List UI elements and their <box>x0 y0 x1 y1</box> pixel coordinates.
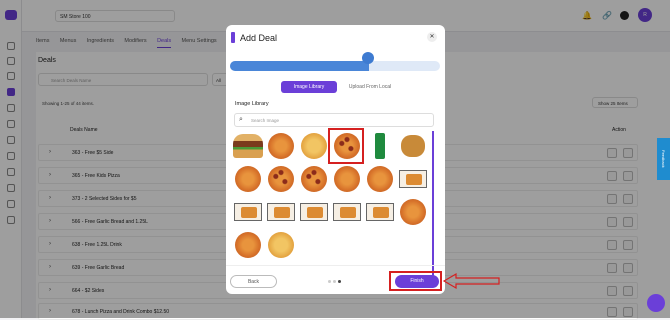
pizza-light-image <box>301 133 327 159</box>
pager-dot[interactable] <box>328 280 331 283</box>
arrow-annotation-icon <box>442 272 500 290</box>
add-deal-modal: Add Deal ✕ Image Library Upload From Loc… <box>226 25 445 294</box>
gallery-image[interactable] <box>365 164 395 194</box>
image-search-input[interactable]: ⌕ Search Image <box>234 113 434 127</box>
box-image <box>267 203 295 221</box>
box-image <box>234 203 262 221</box>
can-image <box>375 133 385 159</box>
gallery-image[interactable] <box>332 164 362 194</box>
search-icon: ⌕ <box>239 116 243 123</box>
gallery-image[interactable] <box>233 230 263 260</box>
back-button[interactable]: Back <box>230 275 277 288</box>
close-icon[interactable]: ✕ <box>427 32 437 42</box>
gallery-image[interactable] <box>365 131 395 161</box>
gallery-image[interactable] <box>299 131 329 161</box>
pager-dot[interactable] <box>338 280 341 283</box>
progress-fill <box>230 61 369 71</box>
chat-button[interactable] <box>647 294 665 312</box>
finish-highlight <box>389 271 442 291</box>
pizza-dots-image <box>268 166 294 192</box>
pizza-image <box>235 166 261 192</box>
pizza-image <box>268 133 294 159</box>
gallery-image[interactable] <box>299 164 329 194</box>
pizza-image <box>235 232 261 258</box>
box-image <box>300 203 328 221</box>
gallery-image[interactable] <box>266 197 296 227</box>
pizza-image <box>400 199 426 225</box>
gallery-image[interactable] <box>299 197 329 227</box>
gallery-image[interactable] <box>233 197 263 227</box>
gallery-image[interactable] <box>398 131 428 161</box>
wings-image <box>401 135 425 157</box>
tab-upload-from-local[interactable]: Upload From Local <box>342 81 398 93</box>
gallery-image[interactable] <box>266 230 296 260</box>
pizza-dots-image <box>301 166 327 192</box>
pizza-light-image <box>268 232 294 258</box>
gallery-image[interactable] <box>266 131 296 161</box>
pager-dot[interactable] <box>333 280 336 283</box>
burger-image <box>233 134 263 158</box>
step-pager <box>328 279 343 285</box>
gallery-image[interactable] <box>332 197 362 227</box>
box-image <box>366 203 394 221</box>
gallery-image[interactable] <box>398 197 428 227</box>
gallery-image[interactable] <box>398 164 428 194</box>
progress-marker <box>362 52 374 64</box>
section-label: Image Library <box>235 101 269 107</box>
pizza-image <box>334 166 360 192</box>
image-search-placeholder: Search Image <box>251 118 280 123</box>
modal-title: Add Deal <box>240 33 278 43</box>
tab-image-library[interactable]: Image Library <box>281 81 337 93</box>
box-image <box>399 170 427 188</box>
feedback-tab[interactable]: Feedback <box>657 138 670 180</box>
gallery-image[interactable] <box>233 131 263 161</box>
selected-image-highlight <box>328 128 364 164</box>
gallery-image[interactable] <box>365 197 395 227</box>
pizza-image <box>367 166 393 192</box>
gallery-image[interactable] <box>266 164 296 194</box>
gallery-image[interactable] <box>233 164 263 194</box>
title-accent-bar <box>231 32 235 43</box>
box-image <box>333 203 361 221</box>
gallery-scrollbar[interactable] <box>432 131 434 281</box>
